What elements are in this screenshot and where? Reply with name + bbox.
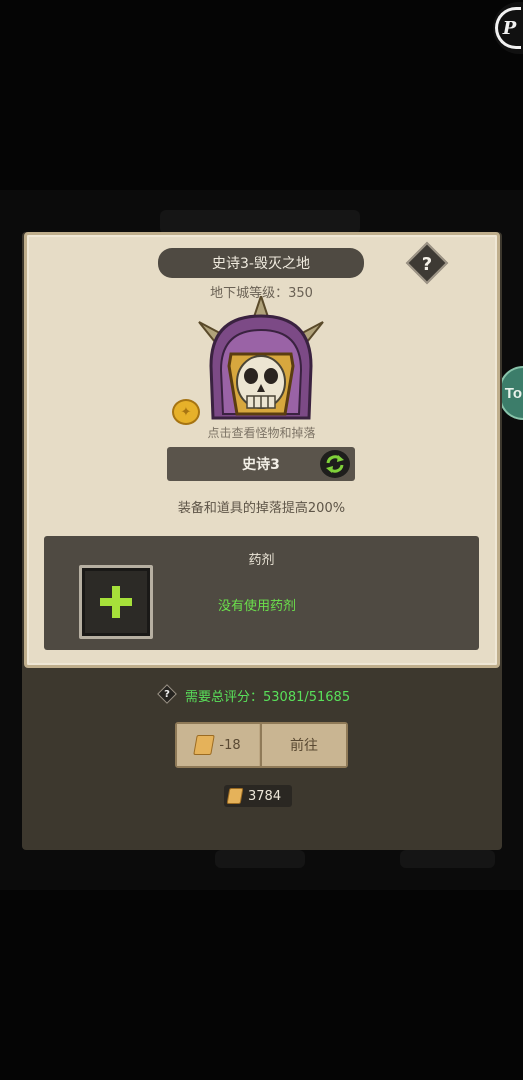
required-score: 需要总评分：53081/51685 xyxy=(185,690,351,705)
skull-helmet-icon xyxy=(198,292,324,420)
refresh-icon xyxy=(326,455,344,473)
ticket-count-value: 3784 xyxy=(248,788,282,804)
ticket-cost: -18 xyxy=(219,737,241,753)
requirement-help-label[interactable]: ? xyxy=(160,686,174,702)
ticket-icon xyxy=(226,788,244,804)
plus-icon xyxy=(112,586,120,618)
ticket-cost-button[interactable]: -18 xyxy=(177,724,259,766)
potion-status: 没有使用药剂 xyxy=(218,599,297,614)
tap-hint: 点击查看怪物和掉落 xyxy=(207,426,316,440)
drop-bonus-text: 装备和道具的掉落提高200% xyxy=(177,501,346,516)
background-button-blur xyxy=(400,850,495,868)
go-button[interactable]: 前往 xyxy=(260,724,346,766)
background-header-blur xyxy=(160,210,360,234)
help-icon[interactable]: ? xyxy=(412,249,442,279)
background-button-blur xyxy=(215,850,305,868)
boss-portrait[interactable] xyxy=(197,292,325,428)
ticket-balance: 3784 xyxy=(224,785,292,807)
logo-icon: P xyxy=(495,7,521,49)
app-logo-button[interactable]: P xyxy=(493,2,523,54)
dungeon-title: 史诗3-毁灭之地 xyxy=(158,248,364,278)
switch-difficulty-button[interactable] xyxy=(320,450,350,478)
ticket-icon xyxy=(193,735,216,755)
gold-coin-icon: ✦ xyxy=(172,399,200,425)
